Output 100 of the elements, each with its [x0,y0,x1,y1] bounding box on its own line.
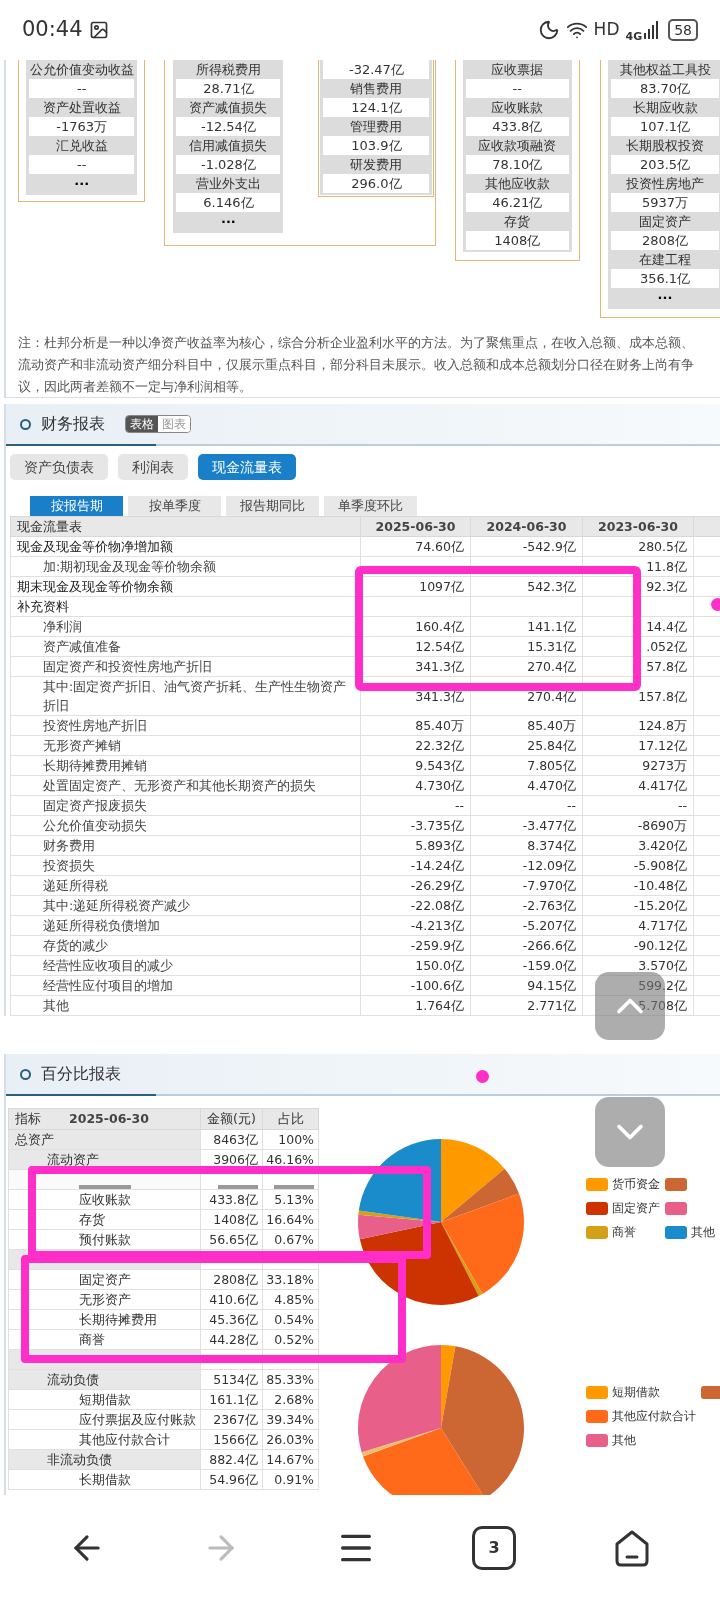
table-cell: 85.33% [262,1369,319,1390]
table-cell: -12.09亿 [470,855,583,876]
row-label: 长期借款 [8,1469,201,1490]
table-cell: 39.34% [262,1409,319,1430]
row-label: 其中:固定资产折旧、油气资产折耗、生产性生物资产折旧 [10,676,361,716]
item-value: 356.1亿 [611,269,719,288]
table-cell: 280.5亿 [582,536,694,557]
table-cell: -4.213亿 [360,915,471,936]
report-tab[interactable]: 资产负债表 [10,454,108,480]
table-cell: -- [582,795,694,816]
column-header: 现金流量表 [10,516,361,537]
table-cell: 54.96亿 [200,1469,263,1490]
table-cell: -5.908亿 [582,855,694,876]
legend-label: 其他应付款合计 [612,1408,696,1425]
table-cell: -90.12亿 [582,935,694,956]
report-tab[interactable]: 利润表 [118,454,188,480]
signal-icon [644,21,659,39]
table-cell: 9.543亿 [360,755,471,776]
table-cell: 270.4亿 [470,676,583,716]
table-cell: 5.13% [262,1189,319,1210]
section-title: 财务报表 [41,413,105,435]
table-cell: -5.207亿 [470,915,583,936]
item-value: -32.47亿 [323,60,430,79]
table-cell: 45.36亿 [200,1309,263,1330]
table-cell: 341.3亿 [360,656,471,677]
row-label: 固定资产报废损失 [10,795,361,816]
table-cell: 0.91% [262,1469,319,1490]
table-cell: -10.48亿 [582,875,694,896]
table-cell: .052亿 [582,636,694,657]
row-label: 总资产 [8,1129,201,1150]
row-label: 非流动负债 [8,1449,201,1470]
covered-text [79,1184,131,1189]
table-cell: 22.32亿 [360,735,471,756]
table-cell: 16.64% [262,1209,319,1230]
row-label: 经营性应收项目的减少 [10,955,361,976]
table-cell: 882.4亿 [200,1449,263,1470]
table-cell: -14.24亿 [360,855,471,876]
table-cell: -259.9亿 [360,935,471,956]
row-label: 经营性应付项目的增加 [10,975,361,996]
report-tab[interactable]: 现金流量表 [198,454,296,480]
row-label: 其他 [10,995,361,1016]
table-cell: 17.12亿 [582,735,694,756]
table-cell: 542.3亿 [470,576,583,597]
table-cell: -100.6亿 [360,975,471,996]
table-cell: 124.8万 [582,715,694,736]
row-label: 处置固定资产、无形资产和其他长期资产的损失 [10,775,361,796]
table-cell: -- [470,795,583,816]
table-cell: -3.735亿 [360,815,471,836]
legend-label: 固定资产 [612,1200,660,1217]
table-cell: -15.20亿 [582,895,694,916]
table-cell: 7.805亿 [470,755,583,776]
table-cell: 1.764亿 [360,995,471,1016]
table-cell: 8463亿 [200,1129,263,1150]
legend-label: 其他 [691,1224,715,1241]
clock-time: 00:44 [22,16,83,44]
item-value: 5937万 [611,193,719,212]
row-label: 流动负债 [8,1369,201,1390]
item-value: 6.146亿 [176,193,281,212]
period-tab[interactable]: 按报告期 [30,496,123,516]
row-label: 递延所得税负债增加 [10,915,361,936]
table-cell: 0.54% [262,1309,319,1330]
table-cell: 2.68% [262,1389,319,1410]
row-label: 应付票据及应付账款 [8,1409,201,1430]
table-cell: 9273万 [582,755,694,776]
row-label: 其中:递延所得税资产减少 [10,895,361,916]
table-cell: 150.0亿 [360,955,471,976]
table-cell: -8690万 [582,815,694,836]
row-label: 现金及现金等价物净增加额 [10,536,361,557]
row-label: 其他应付款合计 [8,1429,201,1450]
view-toggle-option[interactable]: 表格 [126,416,158,432]
column-header: 2025-06-30 [360,516,471,537]
column-header: 占比 [262,1108,319,1130]
table-cell: 160.4亿 [360,616,471,637]
period-tab[interactable]: 单季度环比 [324,496,417,516]
table-cell: -26.29亿 [360,875,471,896]
row-label: 存货的减少 [10,935,361,956]
column-header: 2025-06-30 [69,1111,149,1127]
table-cell: 4.85% [262,1289,319,1310]
table-cell: 2808亿 [200,1269,263,1290]
period-tab[interactable]: 报告期同比 [226,496,319,516]
table-cell: 2.771亿 [470,995,583,1016]
table-cell: -2.763亿 [470,895,583,916]
period-tab[interactable]: 按单季度 [128,496,221,516]
table-cell: 270.4亿 [470,656,583,677]
item-value: -- [29,79,135,98]
item-value: -- [29,155,135,174]
row-label: 财务费用 [10,835,361,856]
table-cell: 3.570亿 [582,955,694,976]
item-label: 公允价值变动收益 [29,60,135,79]
battery-indicator: 58 [668,19,698,41]
table-cell: 161.1亿 [200,1389,263,1410]
table-cell: 12.54亿 [360,636,471,657]
row-label: 投资性房地产折旧 [10,715,361,736]
note-text: 注：杜邦分析是一种以净资产收益率为核心，综合分析企业盈利水平的方法。为了聚焦重点，在收入总额、成本总额、流动资产和非流动资产细分科目中，仅展示重点科目，部分科目未展示。收入总额和成本总额划分口径在财务上尚有争议，因此两者差额不一定与净利润相等。 [17,334,695,396]
column-header: 金额(元) [200,1108,263,1130]
table-cell: 92.3亿 [582,576,694,597]
tabs-button[interactable]: 3 [472,1525,516,1570]
table-cell: -22.08亿 [360,895,471,916]
table-cell: 14.4亿 [582,616,694,637]
table-cell: -7.970亿 [470,875,583,896]
